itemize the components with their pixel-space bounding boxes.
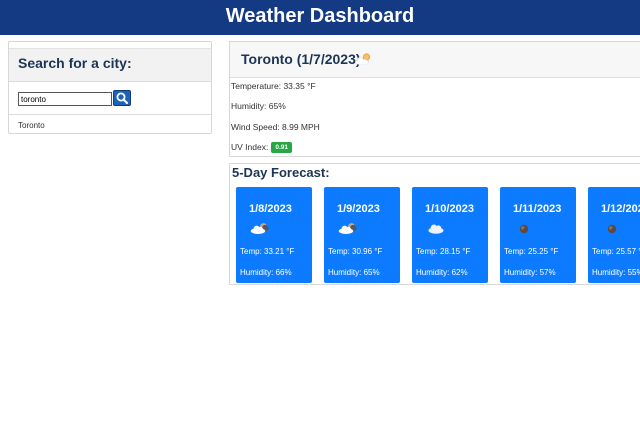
partly-cloudy-icon [250, 223, 269, 234]
dark-cloud-icon [519, 224, 529, 234]
city-date-title: Toronto (1/7/2023) [241, 51, 361, 67]
forecast-title: 5-Day Forecast: [232, 165, 330, 180]
partly-cloudy-icon [355, 53, 371, 66]
forecast-temp: Temp: 25.57 °F [592, 247, 640, 256]
search-panel: Search for a city: Toronto [8, 41, 212, 134]
forecast-card: 1/8/2023 Temp: 33.21 °F Humidity: 66% [236, 187, 312, 283]
search-row [9, 82, 211, 115]
forecast-date: 1/8/2023 [249, 203, 292, 215]
forecast-panel: 5-Day Forecast: 1/8/2023 Temp: 33.21 °F … [229, 163, 640, 285]
forecast-card: 1/12/2023 Temp: 25.57 °F Humidity: 55% [588, 187, 640, 283]
current-wind-speed: Wind Speed: 8.99 MPH [231, 122, 320, 132]
forecast-card: 1/11/2023 Temp: 25.25 °F Humidity: 57% [500, 187, 576, 283]
forecast-temp: Temp: 30.96 °F [328, 247, 383, 256]
current-uv-index: UV Index: 0.91 [231, 142, 292, 153]
page-title: Weather Dashboard [225, 5, 415, 27]
dark-cloud-icon [607, 224, 617, 234]
forecast-humidity: Humidity: 55% [592, 268, 640, 277]
current-weather-panel: Toronto (1/7/2023) Temperature: 33.35 °F… [229, 41, 640, 157]
forecast-temp: Temp: 25.25 °F [504, 247, 559, 256]
current-temperature: Temperature: 33.35 °F [231, 81, 316, 91]
current-weather-header: Toronto (1/7/2023) [230, 42, 640, 78]
forecast-date: 1/9/2023 [337, 203, 380, 215]
forecast-humidity: Humidity: 66% [240, 268, 292, 277]
forecast-date: 1/10/2023 [425, 203, 474, 215]
uv-label: UV Index: [231, 142, 269, 152]
city-search-input[interactable] [18, 92, 112, 106]
search-button[interactable] [113, 90, 131, 106]
forecast-humidity: Humidity: 57% [504, 268, 556, 277]
forecast-temp: Temp: 28.15 °F [416, 247, 471, 256]
search-title: Search for a city: [9, 49, 211, 82]
partly-cloudy-icon [338, 223, 357, 234]
app-header: Weather Dashboard [0, 0, 640, 35]
forecast-card: 1/10/2023 Temp: 28.15 °F Humidity: 62% [412, 187, 488, 283]
forecast-date: 1/12/2023 [601, 203, 640, 215]
uv-badge: 0.91 [271, 142, 292, 153]
history-item-toronto[interactable]: Toronto [9, 115, 211, 136]
panel-top-strip [9, 42, 211, 49]
forecast-temp: Temp: 33.21 °F [240, 247, 295, 256]
forecast-humidity: Humidity: 62% [416, 268, 468, 277]
cloud-icon [428, 224, 444, 234]
forecast-humidity: Humidity: 65% [328, 268, 380, 277]
forecast-card: 1/9/2023 Temp: 30.96 °F Humidity: 65% [324, 187, 400, 283]
search-icon [116, 92, 129, 105]
current-humidity: Humidity: 65% [231, 101, 286, 111]
forecast-date: 1/11/2023 [513, 203, 562, 215]
